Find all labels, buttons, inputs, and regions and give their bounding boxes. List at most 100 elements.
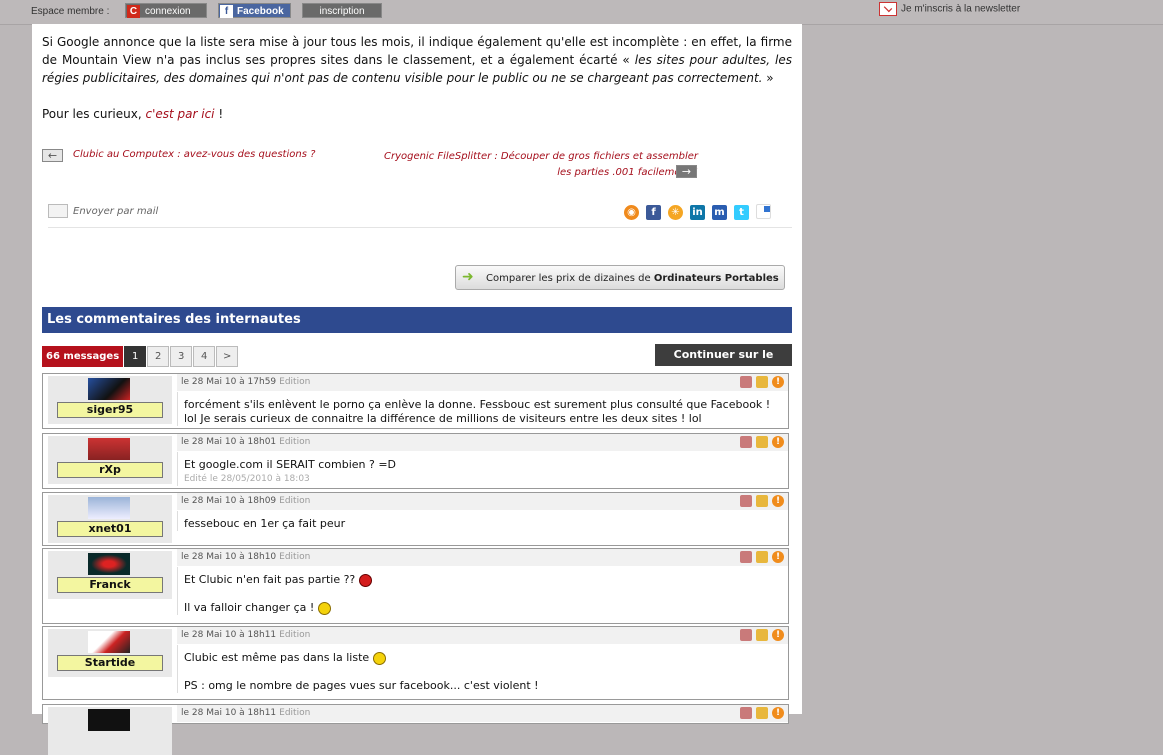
comment-body: Clubic est même pas dans la liste PS : o…: [177, 645, 788, 693]
rss-icon[interactable]: ◉: [624, 205, 639, 220]
compare-prices-button[interactable]: ➜ Comparer les prix de dizaines de Ordina…: [455, 265, 785, 290]
edit-link[interactable]: Edition: [279, 437, 310, 447]
comment-body: Et Clubic n'en fait pas partie ?? Il va …: [177, 567, 788, 615]
username[interactable]: Startide: [57, 655, 163, 671]
comments-title: Les commentaires des internautes: [42, 307, 792, 333]
inscription-button[interactable]: inscription: [302, 3, 382, 18]
comment: rXp le 28 Mai 10 à 18h01 Edition ! Et goo…: [42, 433, 789, 489]
edit-link[interactable]: Edition: [279, 708, 310, 718]
username[interactable]: siger95: [57, 402, 163, 418]
username[interactable]: xnet01: [57, 521, 163, 537]
page-4[interactable]: 4: [193, 346, 216, 367]
forum-button[interactable]: Continuer sur le forum: [655, 344, 792, 383]
username[interactable]: Franck: [57, 577, 163, 593]
angry-smiley-icon: [358, 573, 372, 587]
member-space-label: Espace membre :: [31, 6, 110, 17]
facebook-login-button[interactable]: f Facebook: [218, 3, 291, 18]
report-icon[interactable]: !: [772, 495, 784, 507]
comment-meta: le 28 Mai 10 à 18h09 Edition !: [177, 493, 788, 510]
edited-note: Edité le 28/05/2010 à 18:03: [184, 474, 310, 484]
send-by-mail-link[interactable]: Envoyer par mail: [48, 204, 158, 218]
thumb-up-icon[interactable]: [756, 376, 768, 388]
next-article-link[interactable]: Cryogenic FileSplitter : Découper de gro…: [382, 149, 698, 181]
comment-meta: le 28 Mai 10 à 18h10 Edition !: [177, 549, 788, 566]
thumb-down-icon[interactable]: [740, 707, 752, 719]
comment: Franck le 28 Mai 10 à 18h10 Edition ! Et …: [42, 548, 789, 624]
comment: le 28 Mai 10 à 18h11 Edition !: [42, 704, 789, 755]
share-bar: ◉ f ✳ in m t: [624, 204, 778, 220]
connexion-button[interactable]: Cconnexion: [125, 3, 207, 18]
avatar[interactable]: [88, 497, 130, 519]
report-icon[interactable]: !: [772, 436, 784, 448]
user-box: xnet01: [48, 495, 172, 543]
divider: [48, 227, 792, 228]
thumb-up-icon[interactable]: [756, 495, 768, 507]
comment-body: fessebouc en 1er ça fait peur: [177, 511, 788, 531]
comment: Startide le 28 Mai 10 à 18h11 Edition ! C…: [42, 626, 789, 700]
mail-icon: [48, 204, 68, 218]
username[interactable]: rXp: [57, 462, 163, 478]
avatar[interactable]: [88, 631, 130, 653]
page-3[interactable]: 3: [170, 346, 193, 367]
report-icon[interactable]: !: [772, 707, 784, 719]
comment-meta: le 28 Mai 10 à 17h59 Edition !: [177, 374, 788, 391]
myspace-icon[interactable]: m: [712, 205, 727, 220]
thumb-down-icon[interactable]: [740, 551, 752, 563]
comment: siger95 le 28 Mai 10 à 17h59 Edition ! fo…: [42, 373, 789, 429]
thumb-down-icon[interactable]: [740, 436, 752, 448]
article-paragraph: Si Google annonce que la liste sera mise…: [42, 35, 792, 85]
top-bar: Espace membre : Cconnexion f Facebook ins…: [0, 0, 1163, 25]
pagination: 66 messages 1 2 3 4 >: [42, 346, 239, 367]
edit-link[interactable]: Edition: [279, 496, 310, 506]
thumb-up-icon[interactable]: [756, 436, 768, 448]
clubic-logo-icon: C: [127, 5, 140, 18]
report-icon[interactable]: !: [772, 629, 784, 641]
avatar[interactable]: [88, 709, 130, 731]
report-icon[interactable]: !: [772, 376, 784, 388]
curious-link[interactable]: c'est par ici: [145, 107, 214, 121]
report-icon[interactable]: !: [772, 551, 784, 563]
user-box: Startide: [48, 629, 172, 677]
edit-link[interactable]: Edition: [279, 552, 310, 562]
thumb-up-icon[interactable]: [756, 629, 768, 641]
netvibes-icon[interactable]: ✳: [668, 205, 683, 220]
article-paragraph: Pour les curieux, c'est par ici !: [42, 107, 224, 121]
comment-body: Et google.com il SERAIT combien ? =D Edit…: [177, 452, 788, 486]
edit-link[interactable]: Edition: [279, 630, 310, 640]
delicious-icon[interactable]: [756, 204, 771, 219]
envelope-icon: [879, 2, 897, 16]
comment-meta: le 28 Mai 10 à 18h01 Edition !: [177, 434, 788, 451]
page-2[interactable]: 2: [147, 346, 170, 367]
twitter-icon[interactable]: t: [734, 205, 749, 220]
user-box: Franck: [48, 551, 172, 599]
page-1[interactable]: 1: [124, 346, 147, 367]
avatar[interactable]: [88, 438, 130, 460]
thumb-down-icon[interactable]: [740, 495, 752, 507]
next-arrow-icon[interactable]: →: [676, 165, 697, 178]
prev-arrow-icon[interactable]: ←: [42, 149, 63, 162]
thumb-down-icon[interactable]: [740, 376, 752, 388]
user-box: rXp: [48, 436, 172, 484]
comment-meta: le 28 Mai 10 à 18h11 Edition !: [177, 627, 788, 644]
facebook-share-icon[interactable]: f: [646, 205, 661, 220]
thumb-up-icon[interactable]: [756, 707, 768, 719]
facebook-icon: f: [220, 5, 233, 18]
message-count: 66 messages: [42, 346, 124, 367]
user-box: siger95: [48, 376, 172, 424]
comment-body: forcément s'ils enlèvent le porno ça enl…: [177, 392, 788, 426]
newsletter-link[interactable]: Je m'inscris à la newsletter: [879, 2, 1020, 16]
article-content: Si Google annonce que la liste sera mise…: [32, 24, 802, 755]
edit-link[interactable]: Edition: [279, 377, 310, 387]
user-box: [48, 707, 172, 755]
smiley-icon: [317, 601, 331, 615]
thumb-down-icon[interactable]: [740, 629, 752, 641]
linkedin-icon[interactable]: in: [690, 205, 705, 220]
thumb-up-icon[interactable]: [756, 551, 768, 563]
next-page[interactable]: >: [216, 346, 239, 367]
avatar[interactable]: [88, 553, 130, 575]
prev-article-link[interactable]: Clubic au Computex : avez-vous des quest…: [73, 149, 315, 160]
grin-smiley-icon: [372, 651, 386, 665]
avatar[interactable]: [88, 378, 130, 400]
arrow-right-icon: ➜: [462, 269, 474, 285]
comment: xnet01 le 28 Mai 10 à 18h09 Edition ! fes…: [42, 492, 789, 546]
